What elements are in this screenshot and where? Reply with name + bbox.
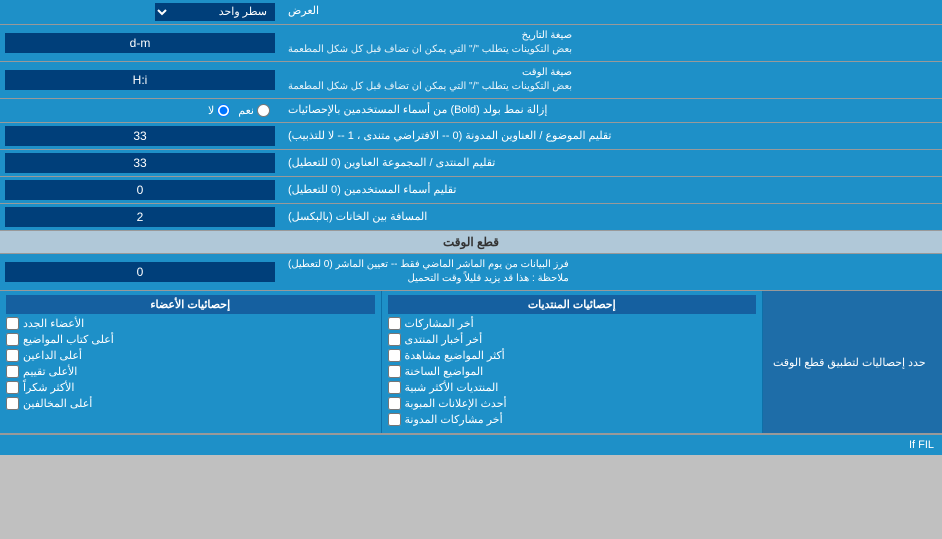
checkbox-members-2[interactable] — [6, 333, 19, 346]
checkbox-item: أكثر المواضيع مشاهدة — [388, 349, 757, 362]
trim-users-text: تقليم أسماء المستخدمين (0 للتعطيل) — [288, 183, 456, 198]
checkbox-posts-5[interactable] — [388, 381, 401, 394]
trim-topic-text: تقليم الموضوع / العناوين المدونة (0 -- ا… — [288, 129, 611, 144]
checkbox-item: أعلى المخالفين — [6, 397, 375, 410]
checkbox-posts-4[interactable] — [388, 365, 401, 378]
date-format-input[interactable] — [5, 33, 275, 53]
spacing-input-cell — [0, 204, 280, 230]
bottom-note: If FIL — [0, 434, 942, 455]
trim-forum-label: تقليم المنتدى / المجموعة العناوين (0 للت… — [280, 150, 942, 176]
apply-stats-label: حدد إحصاليات لتطبيق قطع الوقت — [762, 291, 942, 433]
checkbox-item: أخر أخبار المنتدى — [388, 333, 757, 346]
checkbox-posts-3[interactable] — [388, 349, 401, 362]
checkbox-members-1[interactable] — [6, 317, 19, 330]
members-col-header: إحصائيات الأعضاء — [6, 295, 375, 314]
checkbox-item: الأعضاء الجدد — [6, 317, 375, 330]
trim-forum-input[interactable] — [5, 153, 275, 173]
checkbox-posts-2[interactable] — [388, 333, 401, 346]
display-title-text: العرض — [288, 4, 319, 19]
checkbox-item: المنتديات الأكثر شبية — [388, 381, 757, 394]
display-label: العرض — [280, 0, 942, 24]
time-format-input[interactable] — [5, 70, 275, 90]
bold-remove-label: إزالة نمط بولد (Bold) من أسماء المستخدمي… — [280, 99, 942, 122]
checkbox-item: أخر مشاركات المدونة — [388, 413, 757, 426]
realtime-section-header: قطع الوقت — [0, 231, 942, 254]
filter-data-input[interactable] — [5, 262, 275, 282]
bold-remove-yes-label[interactable]: نعم — [238, 104, 270, 117]
trim-users-input[interactable] — [5, 180, 275, 200]
bold-remove-no-radio[interactable] — [217, 104, 230, 117]
bold-remove-radio-cell: نعم لا — [0, 99, 280, 122]
filter-data-label: فرز البيانات من يوم الماشر الماضي فقط --… — [280, 254, 942, 290]
spacing-text: المسافة بين الخانات (بالبكسل) — [288, 210, 427, 225]
display-mode-select-cell: سطر واحد سطرين ثلاثة أسطر — [0, 0, 280, 24]
bold-remove-text: إزالة نمط بولد (Bold) من أسماء المستخدمي… — [288, 103, 547, 118]
posts-stats-col: إحصائيات المنتديات أخر المشاركات أخر أخب… — [381, 291, 763, 433]
bold-remove-no-label[interactable]: لا — [208, 104, 230, 117]
time-format-title: صيغة الوقت — [522, 67, 572, 78]
date-format-input-cell — [0, 25, 280, 61]
checkbox-members-5[interactable] — [6, 381, 19, 394]
trim-topic-input-cell — [0, 123, 280, 149]
checkbox-item: أعلى الداعين — [6, 349, 375, 362]
checkbox-members-3[interactable] — [6, 349, 19, 362]
checkbox-members-6[interactable] — [6, 397, 19, 410]
posts-col-header: إحصائيات المنتديات — [388, 295, 757, 314]
checkbox-item: الأعلى تقييم — [6, 365, 375, 378]
time-format-label: صيغة الوقت بعض التكوينات يتطلب "/" التي … — [280, 62, 942, 98]
members-stats-col: إحصائيات الأعضاء الأعضاء الجدد أعلى كتاب… — [0, 291, 381, 433]
trim-topic-input[interactable] — [5, 126, 275, 146]
trim-topic-label: تقليم الموضوع / العناوين المدونة (0 -- ا… — [280, 123, 942, 149]
filter-data-input-cell — [0, 254, 280, 290]
trim-users-input-cell — [0, 177, 280, 203]
trim-users-label: تقليم أسماء المستخدمين (0 للتعطيل) — [280, 177, 942, 203]
display-mode-select[interactable]: سطر واحد سطرين ثلاثة أسطر — [155, 3, 275, 21]
bold-remove-yes-radio[interactable] — [257, 104, 270, 117]
checkbox-members-4[interactable] — [6, 365, 19, 378]
trim-forum-text: تقليم المنتدى / المجموعة العناوين (0 للت… — [288, 156, 495, 171]
checkbox-posts-6[interactable] — [388, 397, 401, 410]
realtime-header-text: قطع الوقت — [443, 235, 499, 249]
date-format-label: صيغة التاريخ بعض التكوينات يتطلب "/" الت… — [280, 25, 942, 61]
checkbox-item: أحدث الإعلانات المبوبة — [388, 397, 757, 410]
checkbox-item: أخر المشاركات — [388, 317, 757, 330]
trim-forum-input-cell — [0, 150, 280, 176]
checkbox-posts-1[interactable] — [388, 317, 401, 330]
checkbox-item: الأكثر شكراً — [6, 381, 375, 394]
checkbox-item: أعلى كتاب المواضيع — [6, 333, 375, 346]
spacing-label: المسافة بين الخانات (بالبكسل) — [280, 204, 942, 230]
time-format-sublabel: بعض التكوينات يتطلب "/" التي يمكن ان تضا… — [288, 81, 572, 92]
time-format-input-cell — [0, 62, 280, 98]
date-format-sublabel: بعض التكوينات يتطلب "/" التي يمكن ان تضا… — [288, 44, 572, 55]
checkbox-posts-7[interactable] — [388, 413, 401, 426]
spacing-input[interactable] — [5, 207, 275, 227]
checkbox-item: المواضيع الساخنة — [388, 365, 757, 378]
date-format-title: صيغة التاريخ — [522, 30, 572, 41]
